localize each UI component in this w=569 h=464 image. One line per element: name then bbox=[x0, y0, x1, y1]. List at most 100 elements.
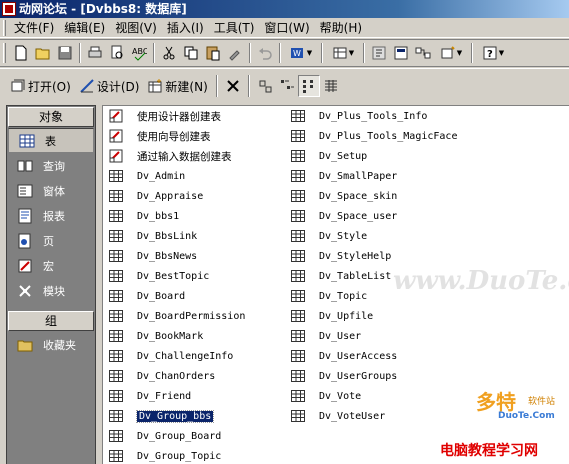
copy-button[interactable] bbox=[180, 42, 202, 64]
table-item[interactable]: Dv_ChallengeInfo bbox=[109, 346, 245, 366]
menu-tools[interactable]: 工具(T) bbox=[209, 19, 260, 37]
new-file-icon bbox=[15, 45, 27, 61]
clipboard-icon bbox=[206, 46, 220, 61]
item-label: Dv_bbs1 bbox=[137, 210, 180, 222]
objects-header[interactable]: 对象 bbox=[8, 107, 94, 127]
database-window-toolbar: 打开(O) 设计(D) 新建(N) bbox=[0, 69, 569, 103]
list-view-button[interactable] bbox=[297, 75, 320, 97]
relationships-button[interactable] bbox=[412, 42, 434, 64]
help-button[interactable]: ? ▼ bbox=[476, 42, 510, 64]
table-item[interactable]: Dv_Setup bbox=[291, 146, 457, 166]
print-preview-button[interactable] bbox=[106, 42, 128, 64]
item-label: Dv_TableList bbox=[319, 270, 392, 282]
large-icons-view-button[interactable] bbox=[254, 75, 276, 97]
shortcut-item[interactable]: 通过输入数据创建表 bbox=[109, 146, 245, 166]
menu-view[interactable]: 视图(V) bbox=[110, 19, 162, 37]
table-item[interactable]: Dv_BbsNews bbox=[109, 246, 245, 266]
object-tables[interactable]: 表 bbox=[8, 128, 94, 153]
table-item[interactable]: Dv_Space_skin bbox=[291, 186, 457, 206]
table-item[interactable]: Dv_Board bbox=[109, 286, 245, 306]
table-item[interactable]: Dv_Group_bbs bbox=[109, 406, 245, 426]
group-favorites[interactable]: 收藏夹 bbox=[7, 332, 95, 357]
relationships-icon bbox=[415, 47, 431, 59]
item-label: Dv_Group_Topic bbox=[137, 450, 222, 462]
table-item[interactable]: Dv_Admin bbox=[109, 166, 245, 186]
table-icon bbox=[291, 149, 305, 163]
shortcut-item[interactable]: 使用设计器创建表 bbox=[109, 106, 245, 126]
spelling-button[interactable]: ABC bbox=[128, 42, 150, 64]
menu-window[interactable]: 窗口(W) bbox=[259, 19, 314, 37]
object-label: 查询 bbox=[43, 159, 65, 173]
table-icon bbox=[291, 249, 305, 263]
new-file-button[interactable] bbox=[10, 42, 32, 64]
groups-header[interactable]: 组 bbox=[8, 311, 94, 331]
table-icon bbox=[291, 229, 305, 243]
table-item[interactable]: Dv_Vote bbox=[291, 386, 457, 406]
table-item[interactable]: Dv_Friend bbox=[109, 386, 245, 406]
format-painter-button[interactable] bbox=[224, 42, 246, 64]
object-reports[interactable]: 报表 bbox=[7, 203, 95, 228]
table-icon bbox=[109, 229, 123, 243]
save-button[interactable] bbox=[54, 42, 76, 64]
toolbar-separator bbox=[247, 75, 250, 97]
table-item[interactable]: Dv_Plus_Tools_Info bbox=[291, 106, 457, 126]
menu-file[interactable]: 文件(F) bbox=[9, 19, 59, 37]
paste-button[interactable] bbox=[202, 42, 224, 64]
code-button[interactable] bbox=[368, 42, 390, 64]
open-button[interactable] bbox=[32, 42, 54, 64]
office-links-button[interactable]: W ▼ bbox=[284, 42, 318, 64]
table-item[interactable]: Dv_ChanOrders bbox=[109, 366, 245, 386]
menu-insert[interactable]: 插入(I) bbox=[162, 19, 209, 37]
table-item[interactable]: Dv_StyleHelp bbox=[291, 246, 457, 266]
print-button[interactable] bbox=[84, 42, 106, 64]
small-icons-view-button[interactable] bbox=[276, 75, 298, 97]
item-label: Dv_Plus_Tools_MagicFace bbox=[319, 130, 458, 142]
table-item[interactable]: Dv_bbs1 bbox=[109, 206, 245, 226]
table-item[interactable]: Dv_Group_Topic bbox=[109, 446, 245, 464]
object-queries[interactable]: 查询 bbox=[7, 153, 95, 178]
table-item[interactable]: Dv_Space_user bbox=[291, 206, 457, 226]
toolbar-grip[interactable] bbox=[3, 43, 6, 63]
table-item[interactable]: Dv_BookMark bbox=[109, 326, 245, 346]
table-item[interactable]: Dv_BbsLink bbox=[109, 226, 245, 246]
object-modules[interactable]: 模块 bbox=[7, 278, 95, 303]
table-item[interactable]: Dv_UserAccess bbox=[291, 346, 457, 366]
objects-bar: 对象 表 查询 窗体 报表 页 宏 模块 组 收藏夹 bbox=[6, 105, 96, 464]
delete-button[interactable] bbox=[222, 75, 244, 97]
small-icons-icon bbox=[280, 80, 294, 89]
save-icon bbox=[58, 46, 72, 60]
cut-button[interactable] bbox=[158, 42, 180, 64]
menu-help[interactable]: 帮助(H) bbox=[315, 19, 367, 37]
properties-button[interactable] bbox=[390, 42, 412, 64]
new-button[interactable]: 新建(N) bbox=[143, 75, 211, 97]
table-item[interactable]: Dv_BoardPermission bbox=[109, 306, 245, 326]
object-forms[interactable]: 窗体 bbox=[7, 178, 95, 203]
menu-edit[interactable]: 编辑(E) bbox=[59, 19, 110, 37]
table-item[interactable]: Dv_VoteUser bbox=[291, 406, 457, 426]
menu-grip[interactable] bbox=[3, 19, 6, 36]
table-item[interactable]: Dv_Appraise bbox=[109, 186, 245, 206]
object-pages[interactable]: 页 bbox=[7, 228, 95, 253]
table-item[interactable]: Dv_User bbox=[291, 326, 457, 346]
item-label: Dv_Vote bbox=[319, 390, 362, 402]
undo-button[interactable] bbox=[254, 42, 276, 64]
table-item[interactable]: Dv_UserGroups bbox=[291, 366, 457, 386]
open-object-button[interactable]: 打开(O) bbox=[6, 75, 75, 97]
new-object-button[interactable]: ▼ bbox=[434, 42, 468, 64]
object-macros[interactable]: 宏 bbox=[7, 253, 95, 278]
details-view-button[interactable] bbox=[320, 75, 342, 97]
table-item[interactable]: Dv_Group_Board bbox=[109, 426, 245, 446]
macro-icon bbox=[17, 258, 33, 274]
table-item[interactable]: Dv_SmallPaper bbox=[291, 166, 457, 186]
item-label: Dv_ChanOrders bbox=[137, 370, 216, 382]
table-item[interactable]: Dv_Plus_Tools_MagicFace bbox=[291, 126, 457, 146]
item-label: Dv_ChallengeInfo bbox=[137, 350, 234, 362]
toolbar-separator bbox=[79, 43, 81, 63]
query-icon bbox=[17, 158, 33, 174]
analyze-button[interactable]: ▼ bbox=[326, 42, 360, 64]
table-item[interactable]: Dv_Upfile bbox=[291, 306, 457, 326]
table-item[interactable]: Dv_Style bbox=[291, 226, 457, 246]
shortcut-item[interactable]: 使用向导创建表 bbox=[109, 126, 245, 146]
design-button[interactable]: 设计(D) bbox=[75, 75, 144, 97]
table-item[interactable]: Dv_BestTopic bbox=[109, 266, 245, 286]
